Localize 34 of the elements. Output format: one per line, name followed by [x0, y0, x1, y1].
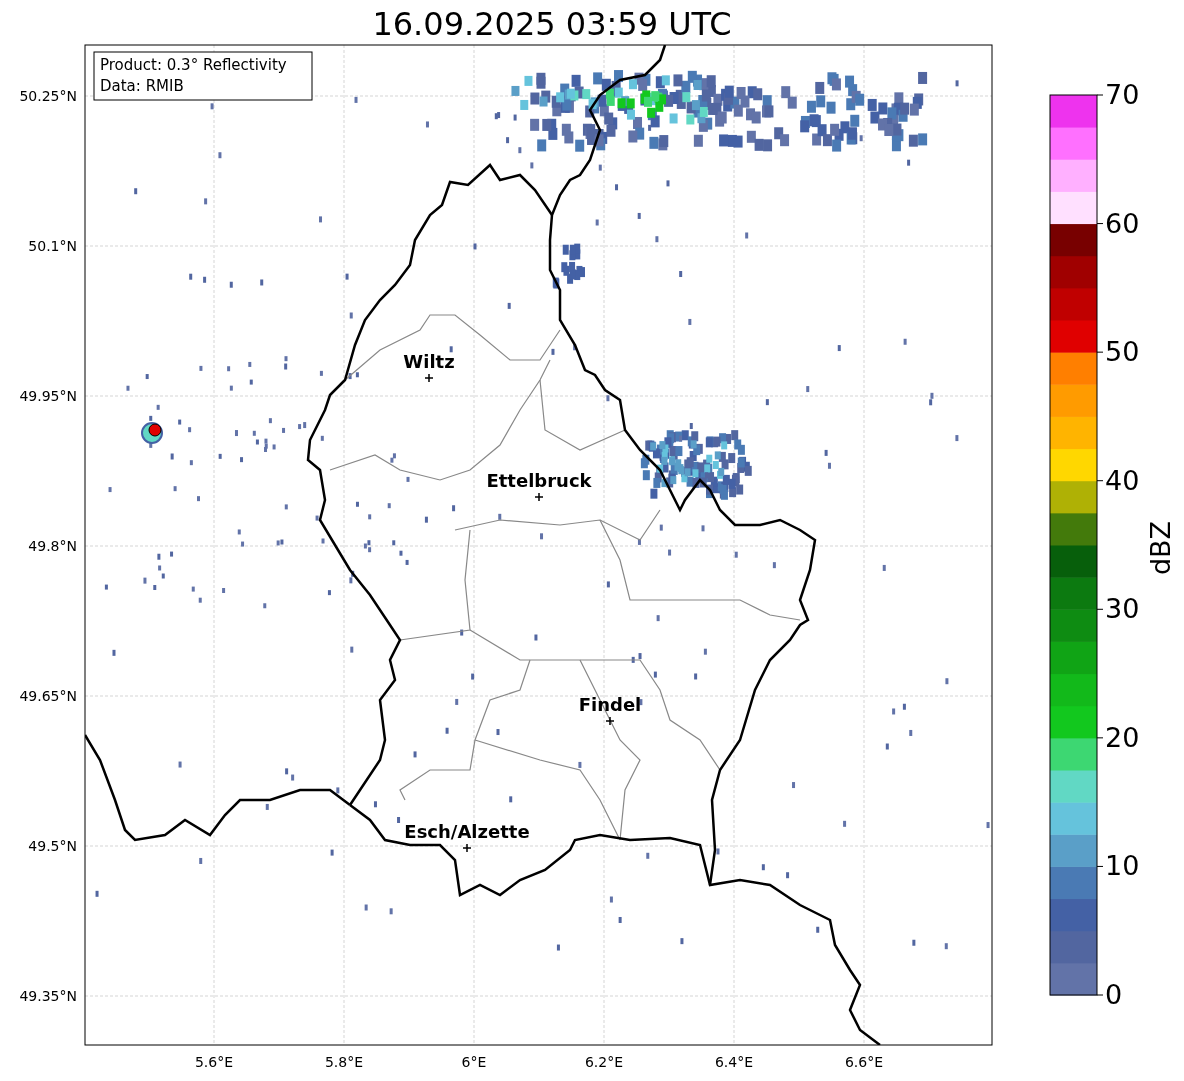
longitude-tick-label: 6.2°E — [584, 1054, 624, 1070]
longitude-tick-label: 5.6°E — [194, 1054, 234, 1070]
radar-site-icon — [148, 423, 162, 437]
city-label: Esch/Alzette — [404, 821, 530, 842]
city-label: Wiltz — [403, 351, 455, 372]
colorbar-tick-label: 40 — [1105, 464, 1140, 496]
city-marker-icon — [424, 373, 434, 383]
latitude-tick-label: 49.95°N — [19, 388, 77, 404]
colorbar-axis-label: dBZ — [1145, 520, 1176, 576]
colorbar-tick-label: 20 — [1105, 721, 1140, 753]
colorbar-tick-label: 50 — [1105, 336, 1140, 368]
latitude-tick-label: 49.8°N — [28, 538, 77, 554]
colorbar-tick-label: 10 — [1105, 850, 1140, 882]
latitude-tick-label: 49.35°N — [19, 988, 77, 1004]
longitude-tick-label: 6°E — [461, 1054, 487, 1070]
city-label: Ettelbruck — [486, 470, 592, 491]
longitude-tick-label: 6.4°E — [714, 1054, 754, 1070]
colorbar-tick-label: 60 — [1105, 207, 1140, 239]
chart-title: 16.09.2025 03:59 UTC — [372, 4, 732, 44]
legend-text: Data: RMIB — [100, 77, 184, 95]
colorbar-tick-label: 30 — [1105, 593, 1140, 625]
longitude-tick-label: 6.6°E — [844, 1054, 884, 1070]
legend-text: Product: 0.3° Reflectivity — [100, 56, 287, 74]
city-marker-icon — [534, 492, 544, 502]
colorbar-tick-label: 0 — [1105, 979, 1123, 1010]
latitude-tick-label: 50.1°N — [28, 238, 77, 254]
city-marker-icon — [605, 716, 615, 726]
latitude-tick-label: 49.65°N — [19, 688, 77, 704]
colorbar-tick-label: 70 — [1105, 79, 1140, 110]
city-label: Findel — [578, 694, 642, 715]
longitude-tick-label: 5.8°E — [324, 1054, 364, 1070]
latitude-tick-label: 49.5°N — [28, 838, 77, 854]
latitude-tick-label: 50.25°N — [19, 88, 77, 104]
city-marker-icon — [462, 843, 472, 853]
